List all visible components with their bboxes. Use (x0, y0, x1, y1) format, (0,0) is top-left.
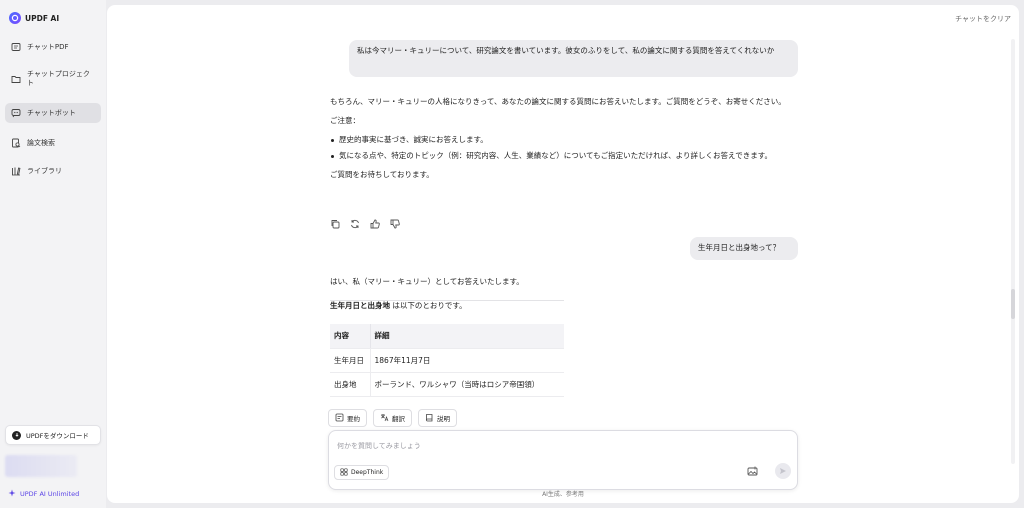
translate-icon (380, 413, 389, 424)
brand-name: UPDF AI (25, 13, 60, 23)
sidebar-item-chat-project[interactable]: チャットプロジェクト (5, 68, 101, 90)
explain-button[interactable]: 説明 (418, 409, 457, 427)
ai-intro: はい、私（マリー・キュリー）としてお答えいたします。 (330, 277, 524, 286)
chat-pdf-icon (11, 42, 21, 52)
sidebar-item-label: 論文検索 (27, 138, 55, 147)
table-header: 詳細 (370, 324, 564, 349)
user-message-text: 私は今マリー・キュリーについて、研究論文を書いています。彼女のふりをして、私の論… (357, 46, 775, 55)
book-icon (425, 413, 434, 424)
plan-badge[interactable]: UPDF AI Unlimited (8, 489, 79, 499)
thumbs-down-icon[interactable] (390, 219, 400, 229)
table-cell: 出身地 (330, 372, 371, 397)
table-cell: 生年月日 (330, 348, 371, 373)
translate-label: 翻訳 (392, 415, 405, 423)
sidebar-item-library[interactable]: ライブラリ (5, 164, 101, 178)
scrollbar[interactable] (1011, 39, 1015, 464)
list-item: 気になる点や、特定のトピック（例：研究内容、人生、業績など）についてもご指定いた… (330, 149, 798, 163)
table-header: 内容 (330, 324, 371, 349)
sidebar-item-label: チャットPDF (27, 42, 69, 51)
chatbot-icon (11, 108, 21, 118)
ai-notes-heading: ご注意： (330, 116, 360, 125)
ai-lead: 生年月日と出身地 は以下のとおりです。 (330, 299, 630, 313)
user-message: 私は今マリー・キュリーについて、研究論文を書いています。彼女のふりをして、私の論… (349, 40, 798, 77)
library-icon (11, 166, 21, 176)
download-label: UPDFをダウンロード (26, 432, 89, 440)
clear-chat-button[interactable]: チャットをクリア (955, 14, 1011, 24)
thumbs-up-icon[interactable] (370, 219, 380, 229)
deepthink-icon (340, 467, 348, 478)
message-actions (330, 219, 400, 229)
ai-message: はい、私（マリー・キュリー）としてお答えいたします。 (330, 275, 630, 289)
brand[interactable]: UPDF AI (9, 11, 59, 25)
ai-disclaimer: AI生成、参考用 (542, 491, 584, 498)
folder-icon (11, 74, 21, 84)
sparkle-icon (8, 489, 16, 499)
translate-button[interactable]: 翻訳 (373, 409, 412, 427)
ai-lead-bold: 生年月日と出身地 (330, 301, 390, 310)
download-icon (12, 430, 21, 440)
sidebar-item-chatbot[interactable]: チャットボット (5, 103, 101, 123)
sidebar-item-paper-search[interactable]: 論文検索 (5, 136, 101, 150)
paper-search-icon (11, 138, 21, 148)
ai-intro: もちろん、マリー・キュリーの人格になりきって、あなたの論文に関する質問にお答えい… (330, 97, 786, 106)
sidebar: UPDF AI チャットPDF チャットプロジェクト チャットボット 論文検索 … (0, 0, 106, 508)
download-updf-button[interactable]: UPDFをダウンロード (5, 425, 101, 445)
user-account[interactable] (5, 455, 77, 477)
composer: DeepThink (328, 430, 798, 490)
send-icon (780, 468, 786, 474)
sidebar-item-chat-pdf[interactable]: チャットPDF (5, 40, 101, 54)
ai-closing: ご質問をお待ちしております。 (330, 170, 434, 179)
sidebar-item-label: チャットプロジェクト (27, 70, 90, 87)
table-cell: 1867年11月7日 (370, 348, 564, 373)
list-item: 歴史的事実に基づき、誠実にお答えします。 (330, 133, 798, 147)
updf-logo-icon (9, 12, 21, 24)
table-header-row: 内容 詳細 (330, 324, 564, 349)
deepthink-label: DeepThink (351, 469, 384, 476)
quick-actions: 要約 翻訳 説明 (328, 409, 457, 427)
summarize-label: 要約 (347, 415, 360, 423)
plan-label: UPDF AI Unlimited (20, 490, 80, 498)
explain-label: 説明 (437, 415, 450, 423)
info-table: 内容 詳細 生年月日 1867年11月7日 出身地 ポーランド、ワルシャワ（当時… (330, 324, 564, 397)
summarize-button[interactable]: 要約 (328, 409, 367, 427)
sidebar-item-label: ライブラリ (27, 166, 62, 175)
table-cell: ポーランド、ワルシャワ（当時はロシア帝国領） (370, 372, 564, 397)
ai-notes-list: 歴史的事実に基づき、誠実にお答えします。 気になる点や、特定のトピック（例：研究… (330, 133, 798, 163)
table-row: 生年月日 1867年11月7日 (330, 348, 564, 373)
deepthink-toggle[interactable]: DeepThink (334, 465, 390, 480)
copy-icon[interactable] (330, 219, 340, 229)
table-row: 出身地 ポーランド、ワルシャワ（当時はロシア帝国領） (330, 372, 564, 397)
user-message: 生年月日と出身地って？ (690, 237, 798, 260)
user-message-text: 生年月日と出身地って？ (698, 243, 781, 252)
ai-message: もちろん、マリー・キュリーの人格になりきって、あなたの論文に関する質問にお答えい… (330, 95, 798, 182)
chat-input[interactable] (337, 439, 777, 453)
ai-lead-text: は以下のとおりです。 (390, 301, 467, 310)
summarize-icon (335, 413, 344, 424)
send-button[interactable] (775, 463, 791, 479)
image-attach-icon[interactable] (746, 465, 758, 477)
scroll-thumb[interactable] (1011, 289, 1015, 319)
regenerate-icon[interactable] (350, 219, 360, 229)
sidebar-item-label: チャットボット (27, 108, 76, 117)
chat-panel: チャットをクリア 私は今マリー・キュリーについて、研究論文を書いています。彼女の… (107, 5, 1019, 503)
